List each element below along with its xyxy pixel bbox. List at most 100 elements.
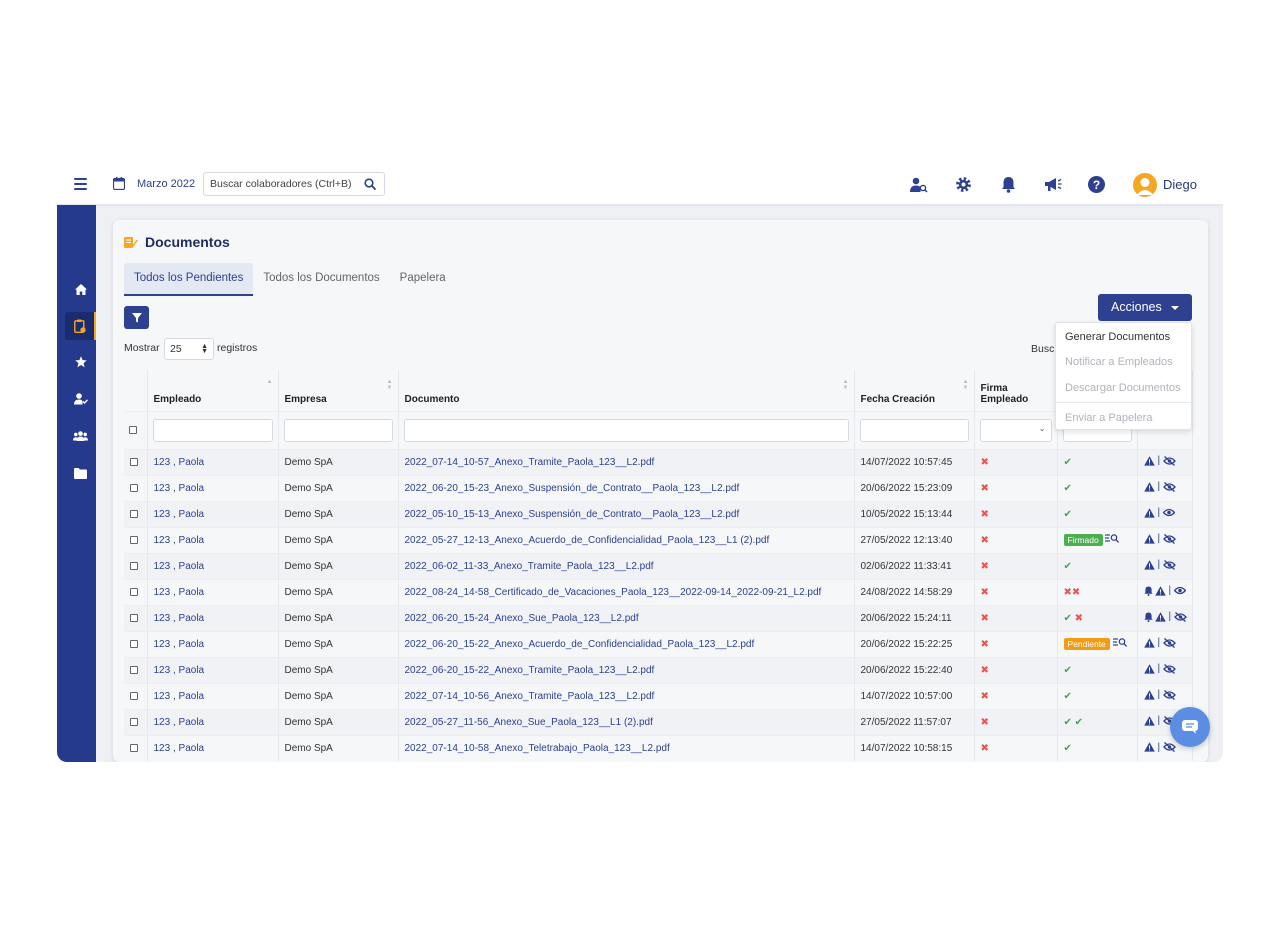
avatar[interactable]	[1133, 173, 1157, 197]
document-link[interactable]: 2022_05-27_12-13_Anexo_Acuerdo_de_Confid…	[405, 535, 770, 546]
acciones-button[interactable]: Acciones	[1098, 294, 1192, 321]
filter-firma-select[interactable]: ⌄	[979, 418, 1052, 442]
employee-link[interactable]: 123 , Paola	[154, 665, 205, 676]
col-documento[interactable]: Documento ▲ ▼	[398, 370, 855, 411]
warning-icon[interactable]	[1143, 560, 1155, 570]
document-link[interactable]: 2022_05-27_11-56_Anexo_Sue_Paola_123__L1…	[405, 717, 653, 728]
user-name[interactable]: Diego	[1163, 177, 1197, 192]
table-row[interactable]: 123 , Paola Demo SpA 2022_06-20_15-22_Anex…	[124, 656, 1193, 683]
sidebar-item-teams[interactable]	[65, 422, 96, 450]
warning-icon[interactable]	[1143, 508, 1155, 518]
search-list-icon[interactable]	[1112, 638, 1127, 647]
employee-link[interactable]: 123 , Paola	[154, 483, 205, 494]
row-checkbox[interactable]	[130, 691, 138, 700]
row-checkbox[interactable]	[130, 483, 138, 492]
warning-icon[interactable]	[1143, 638, 1155, 648]
sidebar-item-favorites[interactable]	[65, 348, 96, 376]
tab-todos-documentos[interactable]: Todos los Documentos	[253, 263, 389, 296]
bell-icon[interactable]	[1001, 176, 1016, 193]
megaphone-icon[interactable]	[1044, 177, 1062, 192]
select-all-checkbox[interactable]	[129, 425, 137, 434]
row-checkbox[interactable]	[130, 639, 138, 648]
row-checkbox[interactable]	[130, 717, 138, 726]
row-checkbox[interactable]	[130, 587, 138, 596]
warning-icon[interactable]	[1143, 742, 1155, 752]
document-link[interactable]: 2022_06-20_15-23_Anexo_Suspensión_de_Con…	[405, 483, 740, 494]
table-row[interactable]: 123 , Paola Demo SpA 2022_08-24_14-58_Cert…	[124, 578, 1193, 605]
col-fecha[interactable]: Fecha Creación ▲ ▼	[854, 370, 975, 411]
warning-icon[interactable]	[1154, 586, 1166, 596]
sidebar-item-home[interactable]	[65, 275, 96, 303]
employee-link[interactable]: 123 , Paola	[154, 613, 205, 624]
table-row[interactable]: 123 , Paola Demo SpA 2022_05-10_15-13_Anex…	[124, 500, 1193, 527]
filter-button[interactable]	[124, 306, 149, 329]
col-firma[interactable]: Firma Empleado	[974, 370, 1058, 411]
bell-icon[interactable]	[1143, 586, 1153, 596]
document-link[interactable]: 2022_05-10_15-13_Anexo_Suspensión_de_Con…	[405, 509, 740, 520]
employee-link[interactable]: 123 , Paola	[154, 457, 205, 468]
filter-empresa-input[interactable]	[283, 418, 393, 442]
employee-link[interactable]: 123 , Paola	[154, 587, 205, 598]
document-link[interactable]: 2022_07-14_10-58_Anexo_Teletrabajo_Paola…	[405, 743, 670, 754]
eye-off-icon[interactable]	[1163, 533, 1176, 544]
filter-documento-input[interactable]	[403, 418, 849, 442]
menu-item-generar[interactable]: Generar Documentos	[1065, 331, 1170, 343]
employee-link[interactable]: 123 , Paola	[154, 639, 205, 650]
menu-icon[interactable]	[74, 178, 87, 190]
warning-icon[interactable]	[1143, 690, 1155, 700]
filter-empleado-input[interactable]	[152, 418, 273, 442]
warning-icon[interactable]	[1143, 664, 1155, 674]
row-checkbox[interactable]	[130, 665, 138, 674]
employee-link[interactable]: 123 , Paola	[154, 561, 205, 572]
employee-link[interactable]: 123 , Paola	[154, 535, 205, 546]
table-row[interactable]: 123 , Paola Demo SpA 2022_05-27_11-56_Anex…	[124, 708, 1193, 735]
row-checkbox[interactable]	[130, 457, 138, 466]
tab-todos-pendientes[interactable]: Todos los Pendientes	[124, 263, 254, 296]
employee-link[interactable]: 123 , Paola	[154, 509, 205, 520]
row-checkbox[interactable]	[130, 561, 138, 570]
eye-off-icon[interactable]	[1163, 559, 1176, 570]
document-link[interactable]: 2022_07-14_10-57_Anexo_Tramite_Paola_123…	[405, 457, 655, 468]
chat-button[interactable]	[1170, 707, 1210, 747]
warning-icon[interactable]	[1143, 482, 1155, 492]
warning-icon[interactable]	[1143, 716, 1155, 726]
warning-icon[interactable]	[1143, 534, 1155, 544]
table-row[interactable]: 123 , Paola Demo SpA 2022_07-14_10-58_Anex…	[124, 734, 1193, 761]
search-list-icon[interactable]	[1105, 534, 1120, 543]
search-input[interactable]	[204, 173, 354, 195]
table-row[interactable]: 123 , Paola Demo SpA 2022_06-20_15-23_Anex…	[124, 474, 1193, 501]
document-link[interactable]: 2022_08-24_14-58_Certificado_de_Vacacion…	[405, 587, 822, 598]
employee-link[interactable]: 123 , Paola	[154, 743, 205, 754]
tab-papelera[interactable]: Papelera	[390, 263, 456, 296]
eye-icon[interactable]	[1163, 508, 1176, 517]
row-checkbox[interactable]	[130, 744, 138, 753]
row-checkbox[interactable]	[130, 535, 138, 544]
document-link[interactable]: 2022_07-14_10-56_Anexo_Tramite_Paola_123…	[405, 691, 655, 702]
eye-off-icon[interactable]	[1163, 637, 1176, 648]
eye-off-icon[interactable]	[1163, 663, 1176, 674]
filter-fecha-input[interactable]	[859, 418, 969, 442]
document-link[interactable]: 2022_06-20_15-22_Anexo_Tramite_Paola_123…	[405, 665, 655, 676]
eye-off-icon[interactable]	[1163, 689, 1176, 700]
sidebar-item-documents[interactable]	[65, 312, 96, 340]
page-size-select[interactable]: 25 ▲ ▼	[164, 338, 214, 360]
table-row[interactable]: 123 , Paola Demo SpA 2022_06-20_15-22_Anex…	[124, 630, 1193, 657]
col-empleado[interactable]: Empleado ▲	[147, 370, 279, 411]
calendar-icon[interactable]	[113, 177, 125, 190]
employee-link[interactable]: 123 , Paola	[154, 717, 205, 728]
document-link[interactable]: 2022_06-02_11-33_Anexo_Tramite_Paola_123…	[405, 561, 654, 572]
help-icon[interactable]: ?	[1088, 176, 1105, 193]
sidebar-item-user-check[interactable]	[65, 385, 96, 413]
document-link[interactable]: 2022_06-20_15-24_Anexo_Sue_Paola_123__L2…	[405, 613, 639, 624]
col-empresa[interactable]: Empresa ▲ ▼	[278, 370, 399, 411]
eye-off-icon[interactable]	[1163, 742, 1176, 752]
warning-icon[interactable]	[1143, 456, 1155, 466]
eye-icon[interactable]	[1174, 586, 1187, 595]
date-selector[interactable]: Marzo 2022	[137, 178, 195, 190]
table-row[interactable]: 123 , Paola Demo SpA 2022_05-27_12-13_Anex…	[124, 526, 1193, 553]
eye-off-icon[interactable]	[1174, 611, 1187, 622]
sidebar-item-folders[interactable]	[65, 459, 96, 487]
row-checkbox[interactable]	[130, 509, 138, 518]
eye-off-icon[interactable]	[1163, 455, 1176, 466]
table-row[interactable]: 123 , Paola Demo SpA 2022_07-14_10-56_Anex…	[124, 682, 1193, 709]
